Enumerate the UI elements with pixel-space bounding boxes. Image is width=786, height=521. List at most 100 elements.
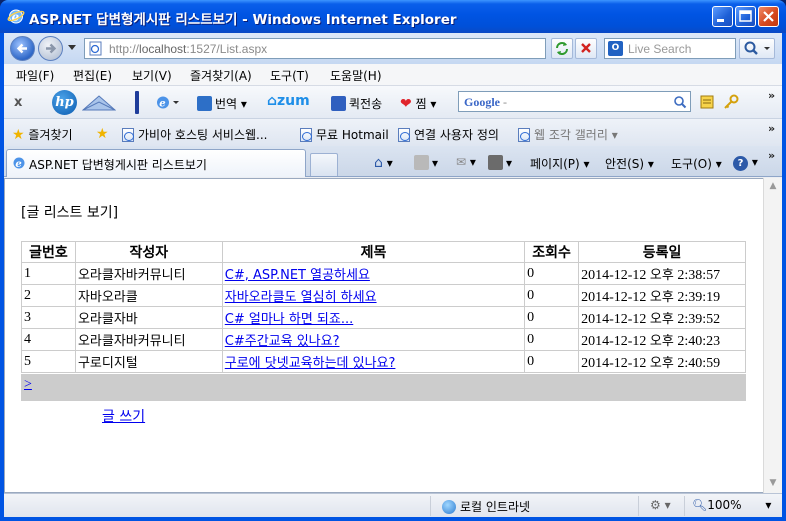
post-writer: 자바오라클 (74, 284, 223, 307)
zum-button[interactable]: ⌂zum (267, 93, 310, 109)
notes-icon[interactable] (700, 95, 714, 109)
live-search-input[interactable]: O Live Search (604, 38, 736, 59)
post-num: 3 (21, 306, 76, 329)
search-button[interactable] (739, 38, 775, 59)
mail-button[interactable]: ✉ ▾ (456, 155, 476, 169)
favorites-overflow-icon[interactable]: » (768, 122, 775, 135)
menu-view[interactable]: 보기(V) (132, 67, 172, 84)
refresh-icon (556, 42, 568, 55)
table-header-row: 글번호 작성자 제목 조회수 등록일 (21, 241, 746, 263)
post-date: 2014-12-12 오후 2:40:23 (578, 328, 746, 351)
fav-link-custom[interactable]: 연결 사용자 정의 (398, 126, 499, 143)
forward-button[interactable] (38, 36, 63, 61)
add-favorite-button[interactable]: ★ (96, 126, 109, 142)
menu-edit[interactable]: 편집(E) (73, 67, 112, 84)
print-icon (488, 155, 503, 170)
back-button[interactable] (10, 36, 35, 61)
favorites-bar: ★ 즐겨찾기 ★ 가비아 호스팅 서비스웹... 무료 Hotmail 연결 사… (4, 119, 782, 146)
column-header-title: 제목 (221, 241, 526, 263)
close-button[interactable] (758, 6, 779, 27)
post-views: 0 (524, 262, 580, 285)
post-date: 2014-12-12 오후 2:40:59 (578, 350, 746, 373)
post-title-link[interactable]: C#, ASP.NET 열공하세요 (225, 268, 370, 283)
fav-link-hotmail[interactable]: 무료 Hotmail (300, 126, 389, 143)
tab-bar: e ASP.NET 답변형게시판 리스트보기 ⌂ ▾ ▾ ✉ ▾ ▾ 페이지(P… (4, 146, 782, 177)
close-icon (763, 11, 774, 22)
stop-button[interactable] (575, 38, 597, 59)
scroll-down-icon[interactable]: ▼ (764, 475, 782, 492)
back-arrow-icon (16, 43, 27, 54)
menu-help[interactable]: 도움말(H) (330, 67, 382, 84)
heart-icon: ❤ (400, 96, 412, 112)
post-writer: 구로디지털 (74, 350, 223, 373)
post-writer: 오라클자바커뮤니티 (74, 262, 223, 285)
add-on-toolbar: x hp e 번역 ▾ ⌂zum 퀵전송 ❤ 찜 ▾ Google - » (4, 86, 782, 119)
menu-favorites[interactable]: 즐겨찾기(A) (190, 67, 252, 84)
write-post-link[interactable]: 글 쓰기 (102, 406, 145, 426)
zoom-button[interactable]: 🔍︎100% ▾ (692, 498, 771, 512)
fav-link-gabia[interactable]: 가비아 호스팅 서비스웹... (122, 126, 267, 143)
page-icon (518, 128, 530, 142)
tools-menu-button[interactable]: 도구(O) ▾ (671, 155, 722, 172)
column-header-views: 조회수 (524, 241, 580, 263)
address-input[interactable]: http://localhost:1527/List.aspx (84, 38, 623, 59)
post-title-cell: C# 얼마나 하면 되죠... (221, 306, 526, 329)
post-title-link[interactable]: C# 얼마나 하면 되죠... (225, 312, 353, 327)
toolbar-close-button[interactable]: x (14, 95, 22, 110)
menu-file[interactable]: 파일(F) (16, 67, 54, 84)
post-date: 2014-12-12 오후 2:39:19 (578, 284, 746, 307)
page-title: [글 리스트 보기] (21, 205, 119, 221)
scroll-up-icon[interactable]: ▲ (764, 178, 782, 195)
post-title-link[interactable]: 자바오라클도 열심히 하세요 (225, 290, 377, 305)
stop-icon (581, 43, 591, 53)
minimize-button[interactable] (712, 6, 733, 27)
fav-link-webslice-gallery[interactable]: 웹 조각 갤러리 ▾ (518, 126, 618, 143)
column-header-date: 등록일 (578, 241, 746, 263)
tab-list-page[interactable]: e ASP.NET 답변형게시판 리스트보기 (6, 149, 306, 177)
home-icon: ⌂ (267, 93, 278, 109)
page-menu-button[interactable]: 페이지(P) ▾ (530, 155, 590, 172)
mail-icon[interactable] (82, 94, 116, 111)
google-logo: Google - (464, 95, 507, 109)
help-icon: ? (733, 156, 748, 171)
google-search-input[interactable]: Google - (458, 91, 691, 112)
add-favorite-icon: ★ (96, 126, 109, 142)
post-title-link[interactable]: C#주간교육 있나요? (225, 334, 340, 349)
key-icon[interactable] (723, 94, 739, 110)
ie-menu-button[interactable]: e (156, 95, 180, 110)
column-header-writer: 작성자 (74, 241, 223, 263)
post-title-cell: C#, ASP.NET 열공하세요 (221, 262, 526, 285)
quick-send-button[interactable]: 퀵전송 (331, 95, 382, 112)
hp-logo-icon[interactable]: hp (52, 90, 77, 115)
protected-mode-icon[interactable]: ⚙ ▾ (650, 498, 671, 512)
feeds-button[interactable]: ▾ (414, 155, 438, 170)
help-button[interactable]: ? ▾ (733, 155, 758, 171)
history-dropdown-icon[interactable] (68, 45, 76, 50)
page-icon (89, 41, 102, 56)
window-title: ASP.NET 답변형게시판 리스트보기 - Windows Internet … (29, 12, 457, 28)
post-title-cell: C#주간교육 있나요? (221, 328, 526, 351)
post-list-table: 글번호 작성자 제목 조회수 등록일 1 오라클자바커뮤니티 C#, ASP.N… (21, 241, 746, 373)
command-overflow-icon[interactable]: » (768, 149, 775, 162)
table-row: 3 오라클자바 C# 얼마나 하면 되죠... 0 2014-12-12 오후 … (21, 306, 746, 329)
menu-tools[interactable]: 도구(T) (270, 67, 309, 84)
toolbar-overflow-icon[interactable]: » (768, 89, 775, 102)
toolbar-divider (135, 91, 139, 114)
post-title-link[interactable]: 구로에 닷넷교육하는데 있나요? (225, 356, 396, 371)
post-date: 2014-12-12 오후 2:38:57 (578, 262, 746, 285)
quick-send-icon (331, 96, 346, 111)
favorite-button[interactable]: ❤ 찜 ▾ (400, 95, 436, 112)
status-bar: 로컬 인트라넷 ⚙ ▾ 🔍︎100% ▾ (4, 493, 782, 517)
translate-button[interactable]: 번역 ▾ (197, 95, 247, 112)
security-zone[interactable]: 로컬 인트라넷 (442, 498, 530, 515)
google-search-icon[interactable] (673, 95, 687, 109)
maximize-button[interactable] (735, 6, 756, 27)
pager-next-link[interactable]: > (24, 377, 32, 393)
safety-menu-button[interactable]: 안전(S) ▾ (605, 155, 654, 172)
home-button[interactable]: ⌂ ▾ (374, 155, 393, 171)
favorites-button[interactable]: ★ 즐겨찾기 (12, 126, 73, 143)
refresh-button[interactable] (551, 38, 573, 59)
vertical-scrollbar[interactable]: ▲ ▼ (763, 178, 782, 493)
new-tab-button[interactable] (310, 153, 338, 176)
print-button[interactable]: ▾ (488, 155, 512, 170)
